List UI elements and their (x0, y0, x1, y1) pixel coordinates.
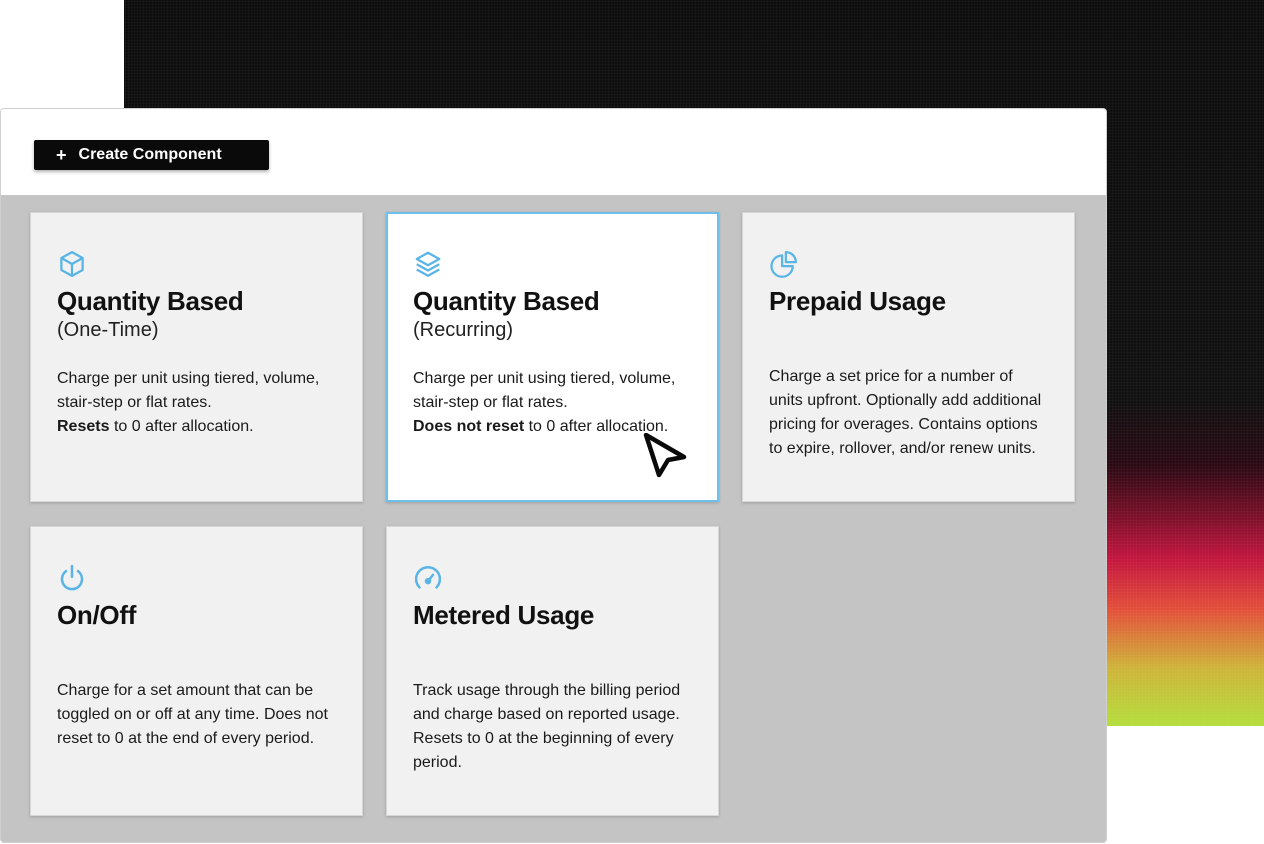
card-title: Quantity Based (413, 286, 600, 316)
card-title: Prepaid Usage (769, 286, 946, 316)
card-subtitle: (Recurring) (413, 319, 514, 341)
power-icon (57, 563, 87, 597)
card-title: Metered Usage (413, 600, 595, 630)
card-description-text: Charge per unit using tiered, volume, st… (413, 370, 676, 411)
card-quantity-one-time[interactable]: Quantity Based (One-Time) Charge per uni… (30, 212, 363, 502)
card-description-bold: Does not reset (413, 418, 525, 435)
card-title: Quantity Based (57, 286, 244, 316)
component-type-grid: Quantity Based (One-Time) Charge per uni… (1, 195, 1106, 842)
card-description-tail: to 0 after allocation. (113, 418, 254, 435)
layers-icon (413, 249, 443, 283)
card-subtitle: (One-Time) (57, 319, 159, 341)
card-description-bold: Resets (57, 418, 110, 435)
card-description-text: Charge per unit using tiered, volume, st… (57, 370, 320, 411)
card-title: On/Off (57, 600, 137, 630)
card-on-off[interactable]: On/Off Charge for a set amount that can … (30, 526, 363, 816)
app-window: + Create Component Quantity Based (One-T… (0, 108, 1107, 843)
card-metered-usage[interactable]: Metered Usage Track usage through the bi… (386, 526, 719, 816)
card-prepaid-usage[interactable]: Prepaid Usage Charge a set price for a n… (742, 212, 1075, 502)
gauge-icon (413, 563, 443, 597)
plus-icon: + (56, 145, 67, 165)
card-description: Charge a set price for a number of units… (769, 368, 1042, 457)
create-component-label: Create Component (78, 146, 222, 163)
box-icon (57, 249, 87, 283)
card-description: Charge for a set amount that can be togg… (57, 682, 328, 747)
create-component-button[interactable]: + Create Component (34, 140, 269, 170)
mouse-pointer-icon (643, 433, 687, 478)
card-description: Charge per unit using tiered, volume, st… (57, 367, 336, 439)
card-description: Track usage through the billing period a… (413, 682, 681, 771)
toolbar: + Create Component (1, 109, 1106, 195)
pie-chart-icon (769, 249, 799, 283)
card-description: Charge per unit using tiered, volume, st… (413, 367, 692, 439)
